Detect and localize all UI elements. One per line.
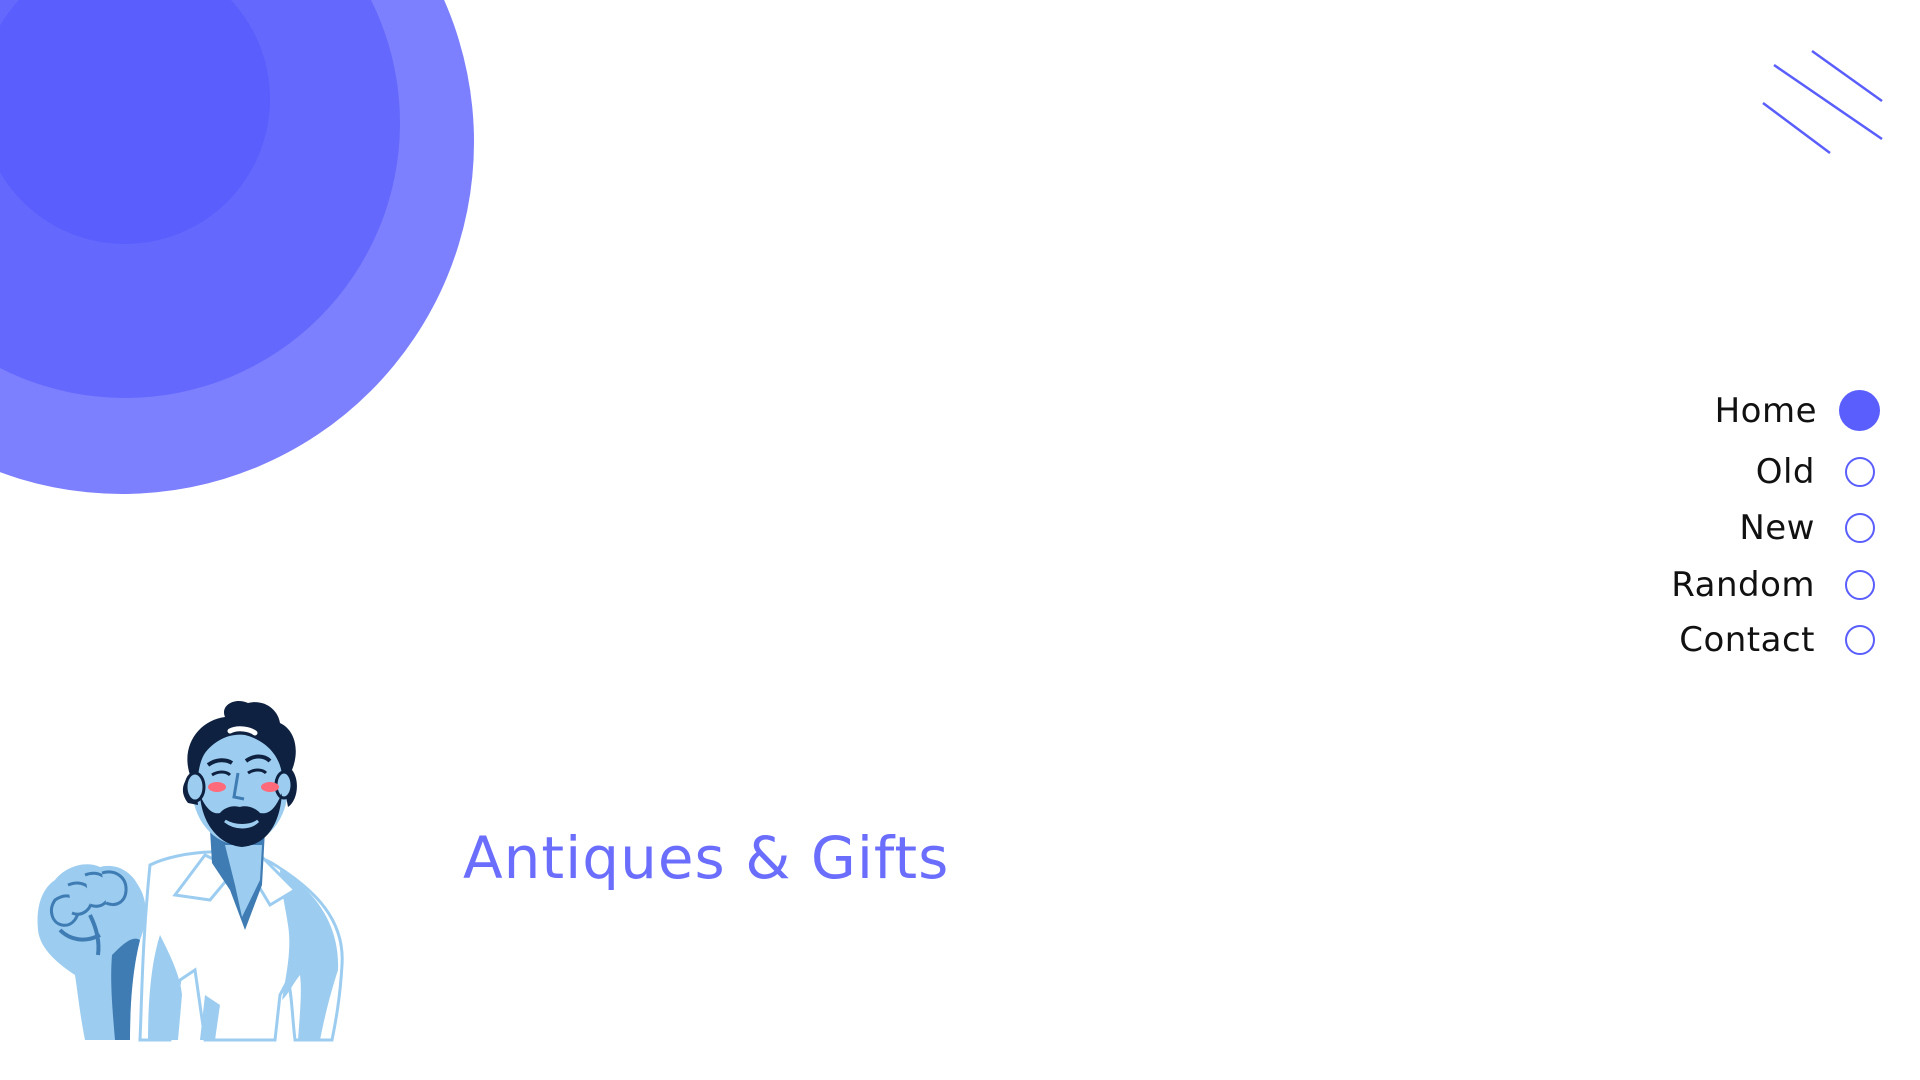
nav-item-old[interactable]: Old	[1756, 452, 1880, 492]
active-dot-icon[interactable]	[1839, 390, 1880, 431]
landing-page: Home Old New Random Contact Antiques & G…	[0, 0, 1920, 1080]
nav-item-random[interactable]: Random	[1671, 565, 1880, 605]
nav-item-label: Home	[1714, 390, 1817, 431]
page-title: Antiques & Gifts	[463, 824, 950, 892]
nav-item-label: Random	[1671, 565, 1815, 605]
nav-item-label: Contact	[1679, 620, 1815, 660]
diagonal-lines-decoration-icon	[1762, 49, 1883, 155]
nav-item-label: Old	[1755, 452, 1815, 492]
man-illustration-icon	[37, 700, 344, 1042]
inactive-dot-icon[interactable]	[1845, 457, 1875, 487]
nav-item-label: New	[1739, 508, 1815, 548]
nav-item-contact[interactable]: Contact	[1679, 620, 1880, 660]
inactive-dot-icon[interactable]	[1845, 625, 1875, 655]
inactive-dot-icon[interactable]	[1845, 513, 1875, 543]
nav-item-home[interactable]: Home	[1715, 390, 1880, 431]
inactive-dot-icon[interactable]	[1845, 570, 1875, 600]
nav-item-new[interactable]: New	[1739, 508, 1880, 548]
